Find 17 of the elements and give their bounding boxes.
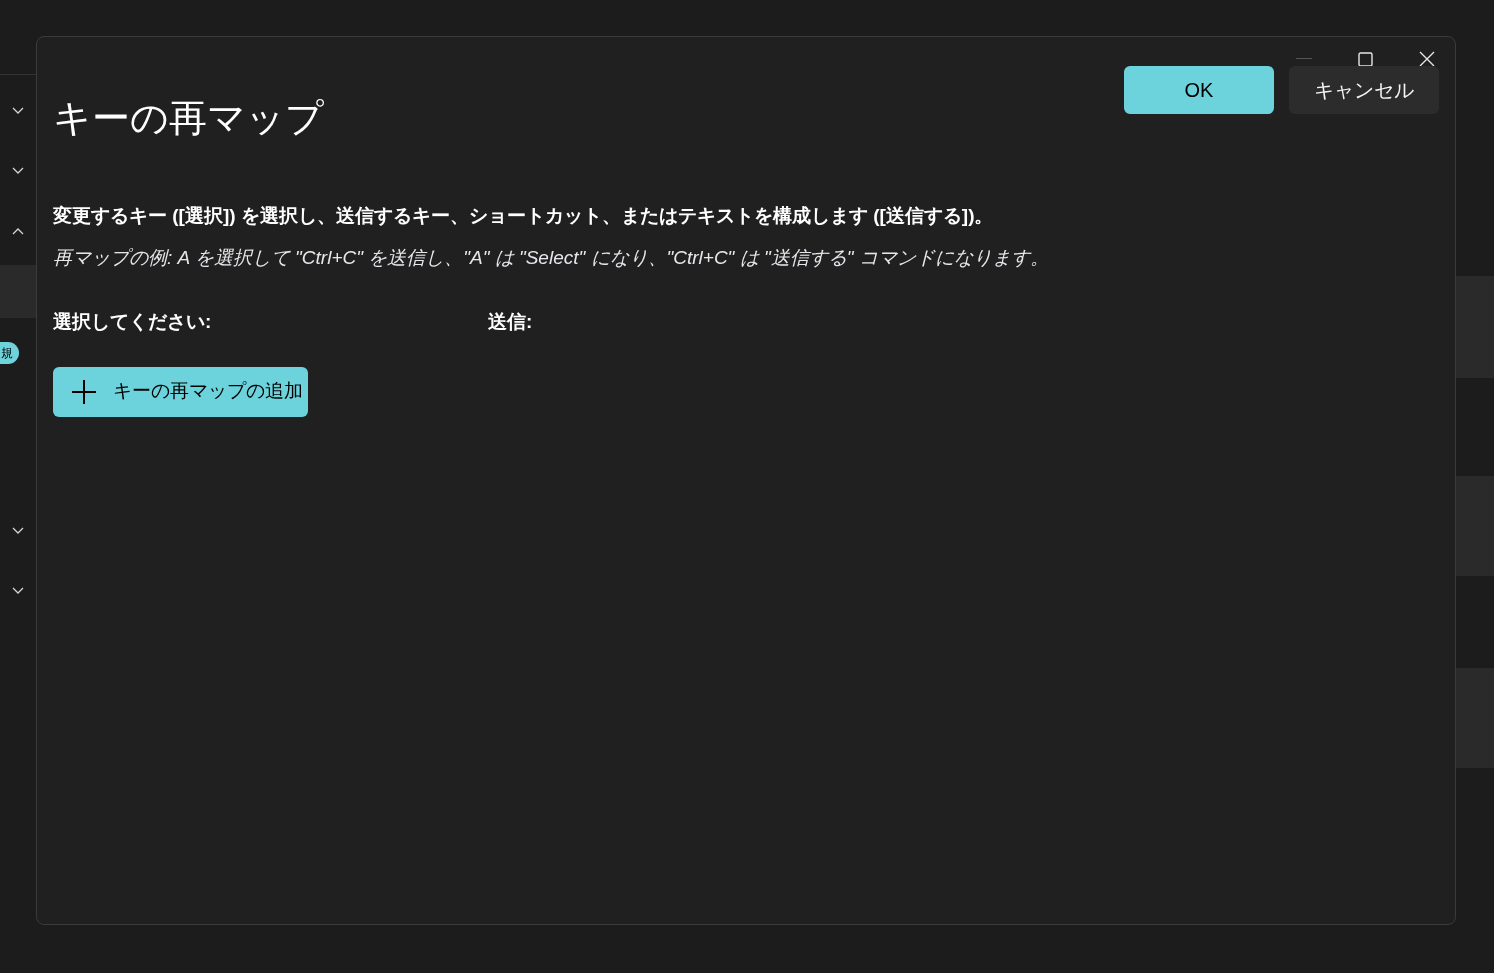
ok-button[interactable]: OK bbox=[1124, 66, 1274, 114]
add-remap-button[interactable]: キーの再マップの追加 bbox=[53, 366, 308, 417]
description-text: 変更するキー ([選択]) を選択し、送信するキー、ショートカット、またはテキストを構成します ([送信する])。 bbox=[53, 204, 995, 228]
chevron-down-icon[interactable] bbox=[12, 527, 24, 535]
chevron-down-icon[interactable] bbox=[12, 167, 24, 175]
column-header: 送信: bbox=[488, 310, 534, 334]
maximize-icon[interactable] bbox=[1358, 51, 1373, 67]
chevron-down-icon[interactable] bbox=[12, 587, 24, 595]
plus-icon bbox=[71, 378, 97, 405]
column-header: 選択してください: bbox=[53, 310, 213, 334]
example-text: 再マップの例: A を選択して "Ctrl+C" を送信し、"A" は "Select" になり、"Ctrl+C" は "送信する" コマンドになります。 bbox=[53, 246, 1050, 270]
close-icon[interactable] bbox=[1419, 51, 1435, 67]
new-badge: 規 bbox=[0, 342, 19, 364]
cancel-button[interactable]: キャンセル bbox=[1289, 66, 1439, 114]
chevron-up-icon[interactable] bbox=[12, 227, 24, 235]
chevron-down-icon[interactable] bbox=[12, 107, 24, 115]
dialog-title: キーの再マップ bbox=[53, 96, 324, 141]
